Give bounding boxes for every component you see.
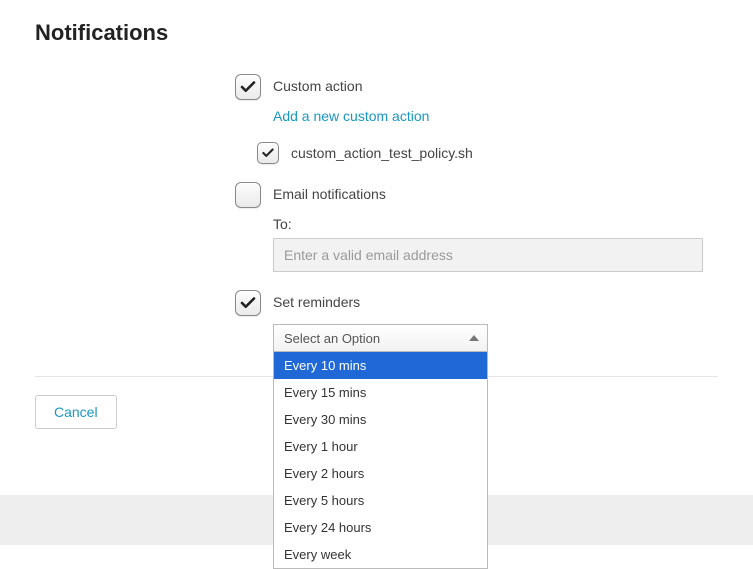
- reminder-select[interactable]: Select an Option: [273, 324, 488, 352]
- email-notifications-label: Email notifications: [273, 182, 386, 202]
- reminder-option[interactable]: Every 2 hours: [274, 460, 487, 487]
- reminder-option[interactable]: Every 1 hour: [274, 433, 487, 460]
- custom-action-checkbox[interactable]: [235, 74, 261, 100]
- email-to-input[interactable]: [273, 238, 703, 272]
- page-title: Notifications: [35, 20, 718, 46]
- reminder-dropdown: Every 10 minsEvery 15 minsEvery 30 minsE…: [273, 352, 488, 569]
- reminder-select-value: Select an Option: [284, 331, 380, 346]
- reminder-option[interactable]: Every 24 hours: [274, 514, 487, 541]
- email-to-label: To:: [273, 216, 718, 232]
- check-icon: [239, 294, 257, 312]
- custom-action-label: Custom action: [273, 74, 362, 94]
- reminder-option[interactable]: Every 30 mins: [274, 406, 487, 433]
- check-icon: [261, 146, 275, 160]
- chevron-up-icon: [469, 335, 479, 341]
- reminder-option[interactable]: Every 15 mins: [274, 379, 487, 406]
- set-reminders-checkbox[interactable]: [235, 290, 261, 316]
- email-notifications-checkbox[interactable]: [235, 182, 261, 208]
- set-reminders-label: Set reminders: [273, 290, 360, 310]
- custom-action-item-checkbox[interactable]: [257, 142, 279, 164]
- check-icon: [239, 78, 257, 96]
- reminder-option[interactable]: Every 10 mins: [274, 352, 487, 379]
- custom-action-item-label: custom_action_test_policy.sh: [291, 145, 473, 161]
- reminder-option[interactable]: Every 5 hours: [274, 487, 487, 514]
- cancel-button[interactable]: Cancel: [35, 395, 117, 429]
- reminder-option[interactable]: Every week: [274, 541, 487, 568]
- add-custom-action-link[interactable]: Add a new custom action: [273, 108, 429, 124]
